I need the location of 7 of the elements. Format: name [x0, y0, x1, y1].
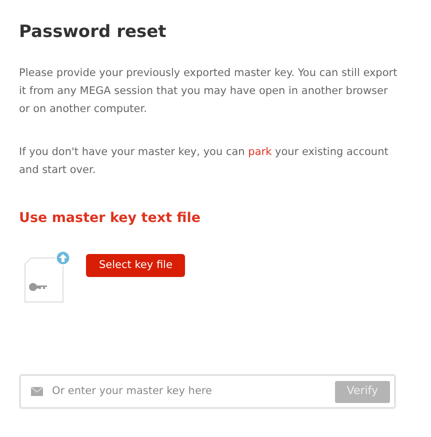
select-key-file-button[interactable]: Select key file — [86, 254, 186, 277]
park-link[interactable]: park — [248, 146, 272, 158]
page-title: Password reset — [19, 21, 168, 44]
park-paragraph: If you don't have your master key, you can park your existing account and start over. — [19, 145, 390, 178]
intro-paragraph: Please provide your previously exported master key. You can still export it from any MEGA session that you may have open in another browser or on another computer. — [19, 66, 398, 117]
section-title: Use master key text file — [19, 209, 202, 228]
envelope-icon — [31, 387, 43, 396]
